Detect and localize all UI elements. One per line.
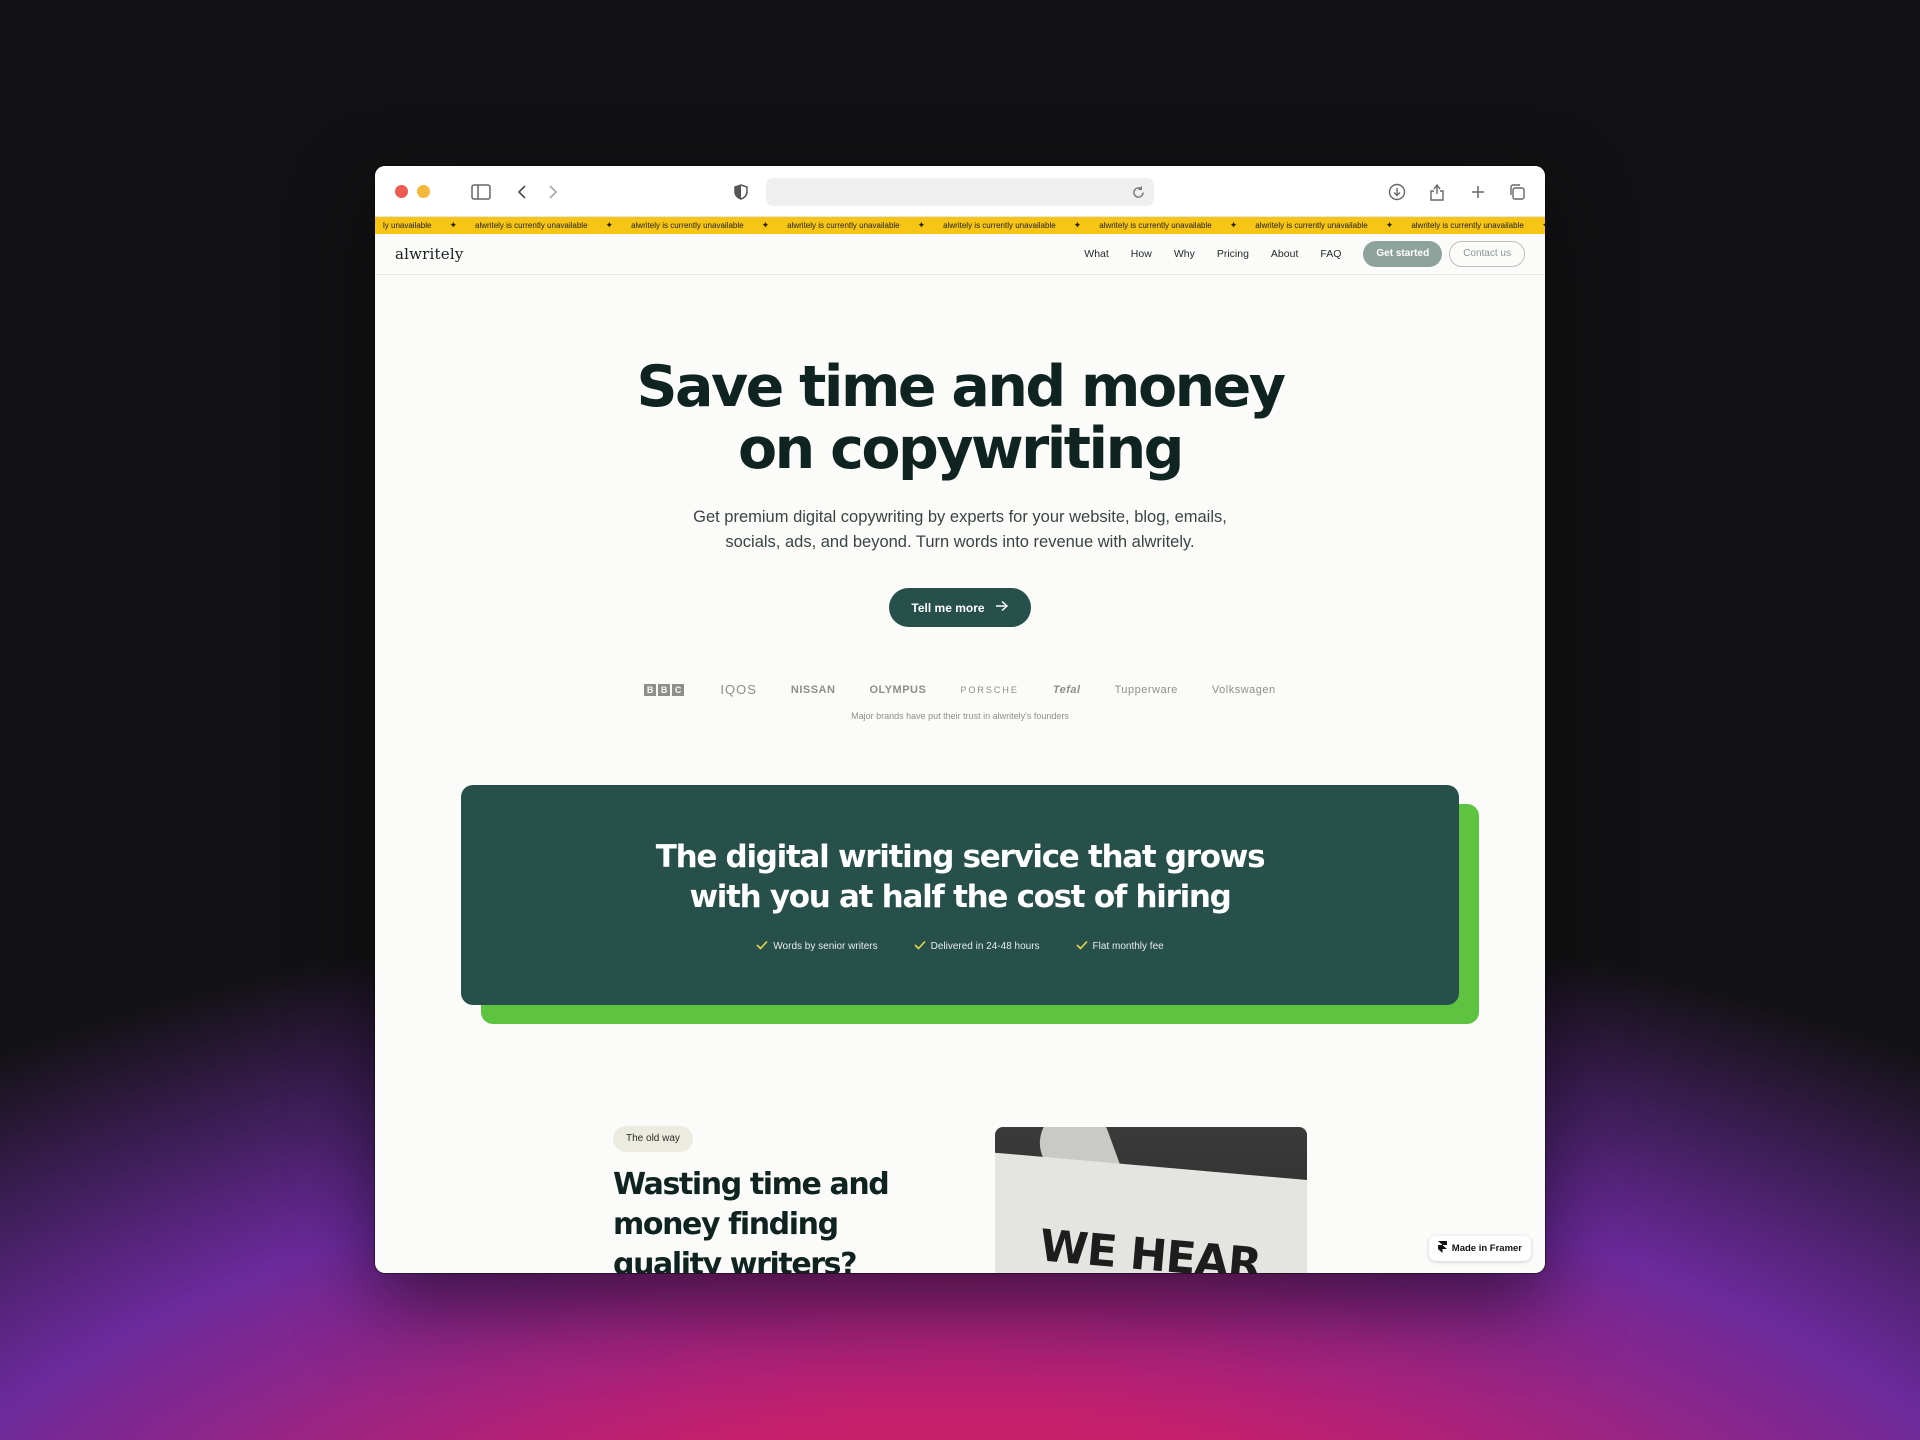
browser-window: ly unavailable ✦ alwritely is currently un… <box>375 166 1545 1273</box>
ticker-text: alwritely is currently unavailable <box>475 221 588 230</box>
tell-me-more-button[interactable]: Tell me more <box>889 588 1031 627</box>
nav-link-pricing[interactable]: Pricing <box>1217 240 1249 268</box>
feature-item: Delivered in 24-48 hours <box>914 940 1040 953</box>
value-title-line2: with you at half the cost of hiring <box>689 879 1231 915</box>
hero-title: Save time and money on copywriting <box>375 356 1545 480</box>
made-in-framer-badge[interactable]: Made in Framer <box>1428 1236 1531 1261</box>
brand-logo-olympus: OLYMPUS <box>869 683 927 696</box>
get-started-button[interactable]: Get started <box>1363 241 1443 267</box>
sparkle-icon: ✦ <box>1073 220 1082 230</box>
feature-item: Words by senior writers <box>756 940 878 953</box>
nav-link-why[interactable]: Why <box>1174 240 1195 268</box>
bbc-letter-b1: B <box>644 683 657 696</box>
feature-label: Words by senior writers <box>773 941 878 952</box>
forward-icon[interactable] <box>542 181 564 203</box>
feature-label: Flat monthly fee <box>1092 941 1164 952</box>
ticker-item: alwritely is currently unavailable ✦ <box>1237 220 1393 231</box>
nav-link-how[interactable]: How <box>1131 240 1152 268</box>
ticker-item: alwritely is currently unavailable ✦ <box>613 220 769 231</box>
feature-label: Delivered in 24-48 hours <box>930 941 1040 952</box>
value-title-line1: The digital writing service that grows <box>655 839 1266 875</box>
brand-logo-tupperware: Tupperware <box>1114 683 1178 696</box>
hero-title-line2: on copywriting <box>738 416 1184 482</box>
address-bar[interactable] <box>766 178 1154 206</box>
arrow-right-icon <box>995 600 1009 615</box>
brand-logo-iqos: IQOS <box>720 682 757 697</box>
brand-logo-tefal: Tefal <box>1052 683 1081 696</box>
download-icon[interactable] <box>1386 181 1408 203</box>
ticker-text: alwritely is currently unavailable <box>631 221 744 230</box>
nav-link-faq[interactable]: FAQ <box>1320 240 1341 268</box>
sparkle-icon: ✦ <box>449 220 458 230</box>
value-proposition-panel: The digital writing service that grows w… <box>461 785 1459 1005</box>
close-window-button[interactable] <box>395 185 408 198</box>
brand-logo-porsche: PORSCHE <box>960 684 1019 695</box>
ticker-item: alwritely is currently unavailable ✦ <box>1081 220 1237 231</box>
ticker-text: ly unavailable <box>383 221 432 230</box>
bbc-letter-c: C <box>672 683 685 696</box>
announcement-ticker: ly unavailable ✦ alwritely is currently un… <box>375 217 1545 234</box>
ticker-text: alwritely is currently unavailable <box>1411 221 1524 230</box>
ticker-item: alwritely is currently unavailable ✦ <box>925 220 1081 231</box>
ticker-item: alwritely is currently unavailable ✦ <box>457 220 613 231</box>
check-icon <box>914 940 926 953</box>
ticker-track: ly unavailable ✦ alwritely is currently un… <box>375 220 1545 231</box>
site-logo[interactable]: alwritely <box>395 245 464 263</box>
we-hear-you-photo: WE HEAR YOU <box>995 1127 1307 1273</box>
feature-item: Flat monthly fee <box>1075 940 1164 953</box>
ticker-text: alwritely is currently unavailable <box>1255 221 1368 230</box>
privacy-shield-icon[interactable] <box>730 181 752 203</box>
new-tab-icon[interactable] <box>1467 181 1489 203</box>
framer-badge-label: Made in Framer <box>1451 1243 1522 1254</box>
hero-subtitle: Get premium digital copywriting by exper… <box>693 508 1227 551</box>
hero-section: Save time and money on copywriting Get p… <box>375 356 1545 721</box>
value-title: The digital writing service that grows w… <box>461 837 1459 917</box>
ticker-item: ly unavailable ✦ <box>375 220 457 231</box>
ticker-text: alwritely is currently unavailable <box>943 221 1056 230</box>
old-way-title: Wasting time and money finding quality w… <box>613 1167 890 1273</box>
tell-me-more-label: Tell me more <box>911 600 985 615</box>
ticker-text: alwritely is currently unavailable <box>1099 221 1212 230</box>
brands-caption: Major brands have put their trust in alw… <box>851 711 1069 721</box>
bbc-letter-b2: B <box>658 683 671 696</box>
check-icon <box>1075 940 1088 953</box>
browser-toolbar <box>375 166 1545 1024</box>
contact-us-button[interactable]: Contact us <box>1449 241 1525 267</box>
back-icon[interactable] <box>511 181 533 203</box>
sparkle-icon: ✦ <box>1229 220 1238 230</box>
share-icon[interactable] <box>1426 181 1448 203</box>
sparkle-icon: ✦ <box>1385 220 1394 230</box>
nav-links: What How Why Pricing About FAQ Get start… <box>1084 240 1525 268</box>
feature-list: Words by senior writers Delivered in 24-… <box>461 940 1459 953</box>
brand-logo-bbc: BBC <box>644 683 686 696</box>
brand-logos: BBC IQOS NISSAN OLYMPUS PORSCHE Tefal Tu… <box>375 682 1545 697</box>
window-controls <box>395 185 1479 1024</box>
minimize-window-button[interactable] <box>417 185 430 198</box>
old-way-section: The old way Wasting time and money findi… <box>613 1126 933 1273</box>
old-way-pill: The old way <box>613 1126 693 1152</box>
nav-link-what[interactable]: What <box>1084 240 1109 268</box>
nav-link-about[interactable]: About <box>1271 240 1298 268</box>
framer-logo-icon <box>1437 1241 1447 1256</box>
brand-logo-nissan: NISSAN <box>790 683 836 696</box>
reload-icon[interactable] <box>1128 182 1148 202</box>
ticker-text: alwritely is currently unavailable <box>787 221 900 230</box>
sparkle-icon: ✦ <box>917 220 926 230</box>
hero-title-line1: Save time and money <box>636 354 1287 420</box>
sparkle-icon: ✦ <box>1542 220 1545 231</box>
check-icon <box>756 940 768 953</box>
sidebar-toggle-icon[interactable] <box>470 181 492 203</box>
ticker-item: alwritely is currently unavailable ✦ <box>1393 220 1545 231</box>
sparkle-icon: ✦ <box>605 220 614 230</box>
tab-overview-icon[interactable] <box>1506 181 1528 203</box>
sparkle-icon: ✦ <box>761 220 770 230</box>
ticker-item: alwritely is currently unavailable ✦ <box>769 220 925 231</box>
site-nav: alwritely What How Why Pricing About FAQ… <box>375 234 1545 275</box>
brand-logo-volkswagen: Volkswagen <box>1211 683 1276 696</box>
